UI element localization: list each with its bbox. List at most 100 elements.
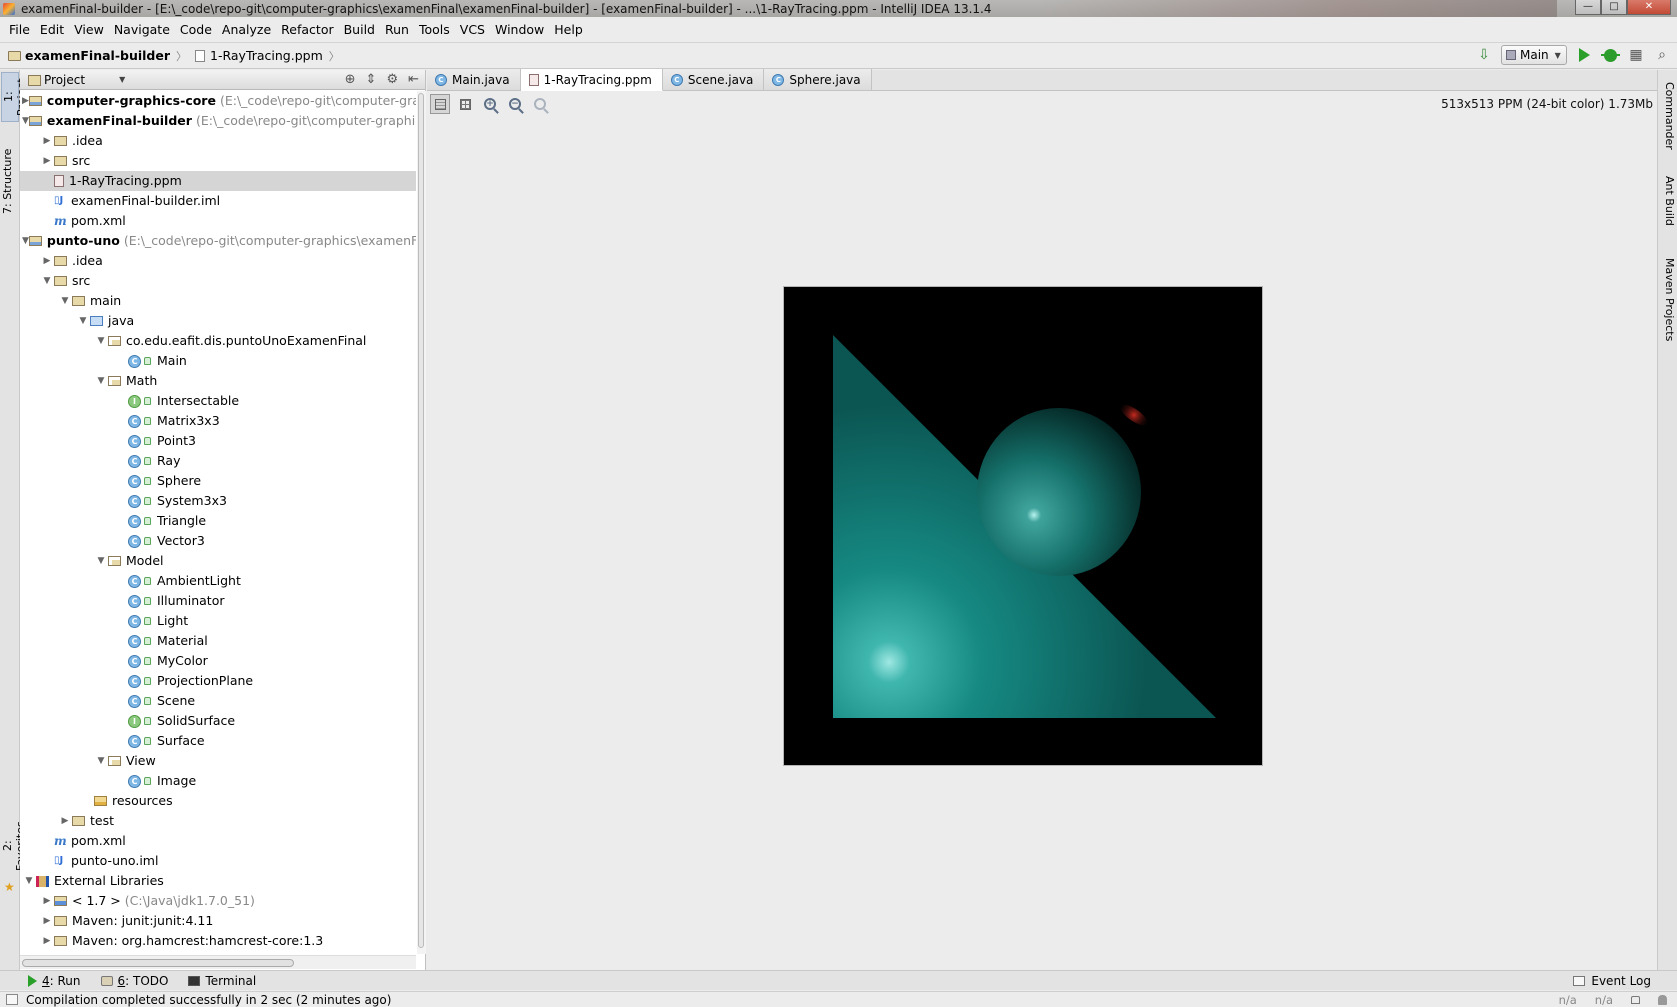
search-everywhere-button[interactable]: ⌕ bbox=[1653, 46, 1671, 64]
tab-project[interactable]: 1: Project bbox=[1, 72, 28, 122]
tab-event-log[interactable]: Event Log bbox=[1573, 974, 1651, 988]
sort-icon[interactable]: ⇩ bbox=[1475, 46, 1493, 64]
toggle-grid-button[interactable] bbox=[455, 94, 475, 114]
tree-item-class[interactable]: C Light bbox=[20, 611, 416, 631]
menu-navigate[interactable]: Navigate bbox=[109, 22, 175, 37]
tree-item-module[interactable]: ▼ examenFinal-builder (E:\_code\repo-git\c… bbox=[20, 111, 416, 131]
menu-tools[interactable]: Tools bbox=[414, 22, 455, 37]
menu-code[interactable]: Code bbox=[175, 22, 217, 37]
collapse-all-icon[interactable]: ⇕ bbox=[366, 72, 377, 87]
menu-run[interactable]: Run bbox=[380, 22, 414, 37]
scrollbar-thumb[interactable] bbox=[418, 93, 424, 948]
run-configuration-select[interactable]: Main ▼ bbox=[1501, 45, 1567, 65]
expand-arrow-icon[interactable]: ▶ bbox=[58, 811, 72, 831]
tree-item-class[interactable]: C Triangle bbox=[20, 511, 416, 531]
tree-item-class[interactable]: C AmbientLight bbox=[20, 571, 416, 591]
tree-item-library[interactable]: ▶ Maven: org.hamcrest:hamcrest-core:1.3 bbox=[20, 931, 416, 951]
menu-edit[interactable]: Edit bbox=[35, 22, 69, 37]
tab-raytracing-ppm[interactable]: 1-RayTracing.ppm bbox=[520, 69, 663, 91]
expand-arrow-icon[interactable]: ▶ bbox=[40, 131, 54, 151]
expand-arrow-icon[interactable]: ▶ bbox=[40, 251, 54, 271]
tab-scene-java[interactable]: C Scene.java bbox=[662, 69, 765, 90]
tree-item-file[interactable]: m pom.xml bbox=[20, 211, 416, 231]
collapse-arrow-icon[interactable]: ▼ bbox=[40, 271, 54, 291]
menu-vcs[interactable]: VCS bbox=[455, 22, 490, 37]
tree-item-folder[interactable]: ▶ .idea bbox=[20, 251, 416, 271]
tab-todo[interactable]: 6: TODO bbox=[100, 974, 168, 988]
tree-item-libraries[interactable]: ▼ External Libraries bbox=[20, 871, 416, 891]
menu-help[interactable]: Help bbox=[549, 22, 588, 37]
menu-file[interactable]: File bbox=[4, 22, 35, 37]
tree-item-package[interactable]: ▼ View bbox=[20, 751, 416, 771]
breadcrumb-project[interactable]: examenFinal-builder 〉 bbox=[8, 48, 187, 64]
tab-run[interactable]: 4: Run bbox=[28, 974, 81, 988]
actual-size-button[interactable] bbox=[530, 94, 550, 114]
tree-item-module[interactable]: ▼ punto-uno (E:\_code\repo-git\computer-gr… bbox=[20, 231, 416, 251]
tree-item-class[interactable]: C Vector3 bbox=[20, 531, 416, 551]
scroll-from-source-icon[interactable]: ⊕ bbox=[345, 72, 356, 87]
minimize-button[interactable]: — bbox=[1575, 0, 1601, 15]
tree-item-folder[interactable]: ▶ .idea bbox=[20, 131, 416, 151]
hector-inspection-icon[interactable] bbox=[1658, 995, 1667, 1005]
close-button[interactable]: ✕ bbox=[1627, 0, 1671, 15]
tree-item-class[interactable]: C Point3 bbox=[20, 431, 416, 451]
run-button[interactable] bbox=[1575, 46, 1593, 64]
tree-item-class[interactable]: C System3x3 bbox=[20, 491, 416, 511]
maximize-button[interactable]: □ bbox=[1601, 0, 1627, 15]
tree-item-folder[interactable]: ▶ src bbox=[20, 151, 416, 171]
tree-item-package[interactable]: ▼ Math bbox=[20, 371, 416, 391]
zoom-in-button[interactable]: + bbox=[480, 94, 500, 114]
chevron-down-icon[interactable]: ▼ bbox=[119, 75, 125, 84]
tree-item-class[interactable]: C Image bbox=[20, 771, 416, 791]
tree-item-file[interactable]: m pom.xml bbox=[20, 831, 416, 851]
menu-view[interactable]: View bbox=[69, 22, 109, 37]
tree-item-class[interactable]: C Surface bbox=[20, 731, 416, 751]
collapse-arrow-icon[interactable]: ▼ bbox=[94, 551, 108, 571]
tree-item-class[interactable]: C ProjectionPlane bbox=[20, 671, 416, 691]
tree-item-class[interactable]: C Material bbox=[20, 631, 416, 651]
expand-arrow-icon[interactable]: ▶ bbox=[40, 931, 54, 951]
tab-structure[interactable]: 7: Structure bbox=[1, 148, 19, 214]
menu-window[interactable]: Window bbox=[490, 22, 549, 37]
expand-arrow-icon[interactable]: ▶ bbox=[40, 891, 54, 911]
tree-vertical-scrollbar[interactable] bbox=[417, 91, 426, 954]
collapse-arrow-icon[interactable]: ▼ bbox=[94, 751, 108, 771]
tab-terminal[interactable]: Terminal bbox=[188, 974, 256, 988]
menu-refactor[interactable]: Refactor bbox=[276, 22, 338, 37]
tree-item-class[interactable]: C Scene bbox=[20, 691, 416, 711]
tree-item-file-selected[interactable]: 1-RayTracing.ppm bbox=[20, 171, 416, 191]
tab-favorites[interactable]: 2: Favorites bbox=[1, 816, 27, 876]
tree-item-folder[interactable]: ▼ main bbox=[20, 291, 416, 311]
expand-arrow-icon[interactable]: ▶ bbox=[40, 151, 54, 171]
tab-commander[interactable]: Commander bbox=[1660, 76, 1676, 156]
collapse-arrow-icon[interactable]: ▼ bbox=[22, 871, 36, 891]
tree-item-package[interactable]: ▼ Model bbox=[20, 551, 416, 571]
tree-item-class[interactable]: C Sphere bbox=[20, 471, 416, 491]
tree-item-folder[interactable]: resources bbox=[20, 791, 416, 811]
scrollbar-thumb[interactable] bbox=[22, 959, 294, 967]
tree-item-library[interactable]: ▶ < 1.7 > (C:\Java\jdk1.7.0_51) bbox=[20, 891, 416, 911]
toggle-transparency-button[interactable] bbox=[430, 94, 450, 114]
collapse-arrow-icon[interactable]: ▼ bbox=[22, 231, 29, 251]
collapse-arrow-icon[interactable]: ▼ bbox=[76, 311, 90, 331]
hide-panel-icon[interactable]: ⇤ bbox=[408, 72, 419, 87]
tab-maven-projects[interactable]: Maven Projects bbox=[1660, 252, 1676, 348]
project-structure-button[interactable]: ▦ bbox=[1627, 46, 1645, 64]
tree-horizontal-scrollbar[interactable] bbox=[20, 955, 416, 969]
zoom-out-button[interactable]: − bbox=[505, 94, 525, 114]
tool-windows-toggle-icon[interactable] bbox=[6, 994, 18, 1005]
tab-ant-build[interactable]: Ant Build bbox=[1660, 168, 1676, 234]
breadcrumb-file[interactable]: 1-RayTracing.ppm 〉 bbox=[195, 48, 340, 64]
tree-item-file[interactable]: ▯J punto-uno.iml bbox=[20, 851, 416, 871]
project-view-select[interactable]: Project bbox=[26, 73, 85, 87]
read-only-lock-icon[interactable] bbox=[1631, 996, 1640, 1004]
collapse-arrow-icon[interactable]: ▼ bbox=[58, 291, 72, 311]
tab-sphere-java[interactable]: C Sphere.java bbox=[764, 69, 872, 90]
menu-analyze[interactable]: Analyze bbox=[217, 22, 276, 37]
tree-item-class[interactable]: C Matrix3x3 bbox=[20, 411, 416, 431]
tree-item-class[interactable]: C Illuminator bbox=[20, 591, 416, 611]
tree-item-module[interactable]: ▶ computer-graphics-core (E:\_code\repo-gi… bbox=[20, 91, 416, 111]
collapse-arrow-icon[interactable]: ▼ bbox=[22, 111, 29, 131]
collapse-arrow-icon[interactable]: ▼ bbox=[94, 371, 108, 391]
tree-item-class[interactable]: C Main bbox=[20, 351, 416, 371]
